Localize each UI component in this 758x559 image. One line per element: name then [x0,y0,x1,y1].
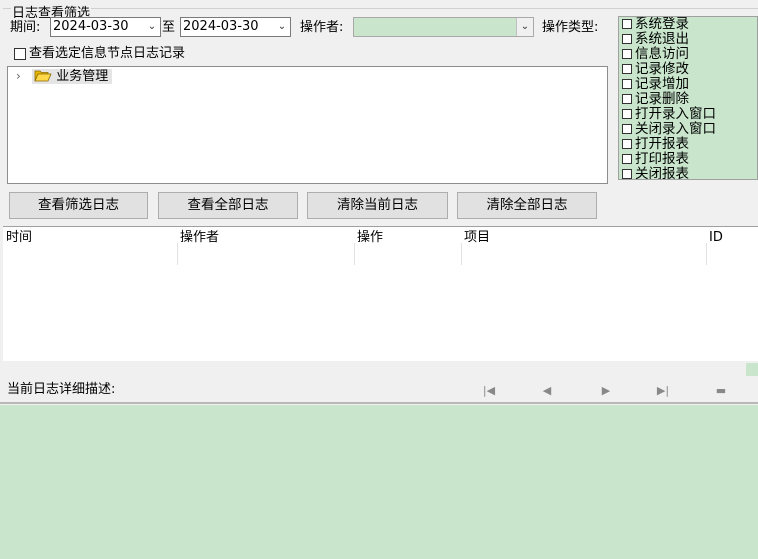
detail-label: 当前日志详细描述: [7,382,116,397]
optype-item[interactable]: 打开报表 [619,137,757,152]
tree-node-label: 业务管理 [56,69,109,84]
date-from-value: 2024-03-30 [53,19,129,34]
checkbox[interactable] [622,34,632,44]
next-icon[interactable]: ▶ [595,382,617,400]
column-header-operation[interactable]: 操作 [357,229,383,247]
optype-item[interactable]: 系统退出 [619,32,757,47]
checkbox[interactable] [622,154,632,164]
delete-icon[interactable]: ▬ [710,382,732,400]
clear-current-log-button[interactable]: 清除当前日志 [307,192,448,219]
prev-icon[interactable]: ◀ [536,382,558,400]
optype-item[interactable]: 系统登录 [619,17,757,32]
info-node-tree[interactable]: › 业务管理 [7,66,608,184]
optype-label: 操作类型: [542,20,599,35]
scrollbar-thumb[interactable] [746,363,758,376]
selected-node-only-label: 查看选定信息节点日志记录 [29,46,186,61]
view-all-logs-button[interactable]: 查看全部日志 [158,192,298,219]
folder-open-icon [34,70,52,82]
column-header-time[interactable]: 时间 [6,229,32,247]
view-filtered-logs-button[interactable]: 查看筛选日志 [9,192,148,219]
log-grid[interactable]: 时间 操作者 操作 项目 ID [3,226,758,378]
checkbox[interactable] [622,64,632,74]
to-label: 至 [162,20,176,35]
optype-item[interactable]: 信息访问 [619,47,757,62]
column-header-operator[interactable]: 操作者 [180,229,219,247]
operator-select[interactable]: ⌄ [353,17,534,37]
optype-item[interactable]: 记录修改 [619,62,757,77]
clear-all-logs-button[interactable]: 清除全部日志 [457,192,597,219]
column-divider[interactable] [461,243,462,265]
checkbox[interactable] [622,79,632,89]
optype-item[interactable]: 打印报表 [619,152,757,167]
horizontal-scrollbar[interactable] [3,361,758,378]
column-divider[interactable] [177,243,178,265]
date-to-value: 2024-03-30 [183,19,259,34]
log-detail-textarea[interactable] [0,405,758,559]
selected-node-only-option[interactable]: 查看选定信息节点日志记录 [14,45,185,63]
checkbox[interactable] [622,19,632,29]
optype-item[interactable]: 记录删除 [619,92,757,107]
checkbox[interactable] [622,139,632,149]
column-header-id[interactable]: ID [709,229,723,247]
chevron-down-icon[interactable]: ⌄ [144,18,160,36]
column-header-item[interactable]: 项目 [464,229,490,247]
selected-node-only-checkbox[interactable] [14,47,26,60]
checkbox[interactable] [622,109,632,119]
grid-header: 时间 操作者 操作 项目 ID [3,227,758,265]
chevron-right-icon[interactable]: › [16,67,28,86]
operator-label: 操作者: [300,20,344,35]
chevron-down-icon[interactable]: ⌄ [274,18,290,36]
checkbox[interactable] [622,94,632,104]
checkbox[interactable] [622,124,632,134]
column-divider[interactable] [706,243,707,265]
checkbox[interactable] [622,169,632,179]
first-icon[interactable]: |◀ [478,382,500,400]
checkbox[interactable] [622,49,632,59]
optype-item[interactable]: 记录增加 [619,77,757,92]
date-to-picker[interactable]: 2024-03-30 ⌄ [180,17,291,37]
column-divider[interactable] [354,243,355,265]
optype-item[interactable]: 关闭报表 [619,167,757,179]
detail-toolbar: 当前日志详细描述: |◀ ◀ ▶ ▶| ▬ [0,378,758,404]
optype-item[interactable]: 打开录入窗口 [619,107,757,122]
optype-item[interactable]: 关闭录入窗口 [619,122,757,137]
last-icon[interactable]: ▶| [652,382,674,400]
optype-checklist[interactable]: 系统登录 系统退出 信息访问 记录修改 记录增加 记录删除 打开录入窗口 关闭录… [618,16,758,180]
date-from-picker[interactable]: 2024-03-30 ⌄ [50,17,161,37]
period-label: 期间: [10,20,41,35]
tree-node-business[interactable]: › 业务管理 [16,67,113,86]
chevron-down-icon[interactable]: ⌄ [516,18,533,36]
tree-node-selected[interactable]: 业务管理 [32,69,113,84]
